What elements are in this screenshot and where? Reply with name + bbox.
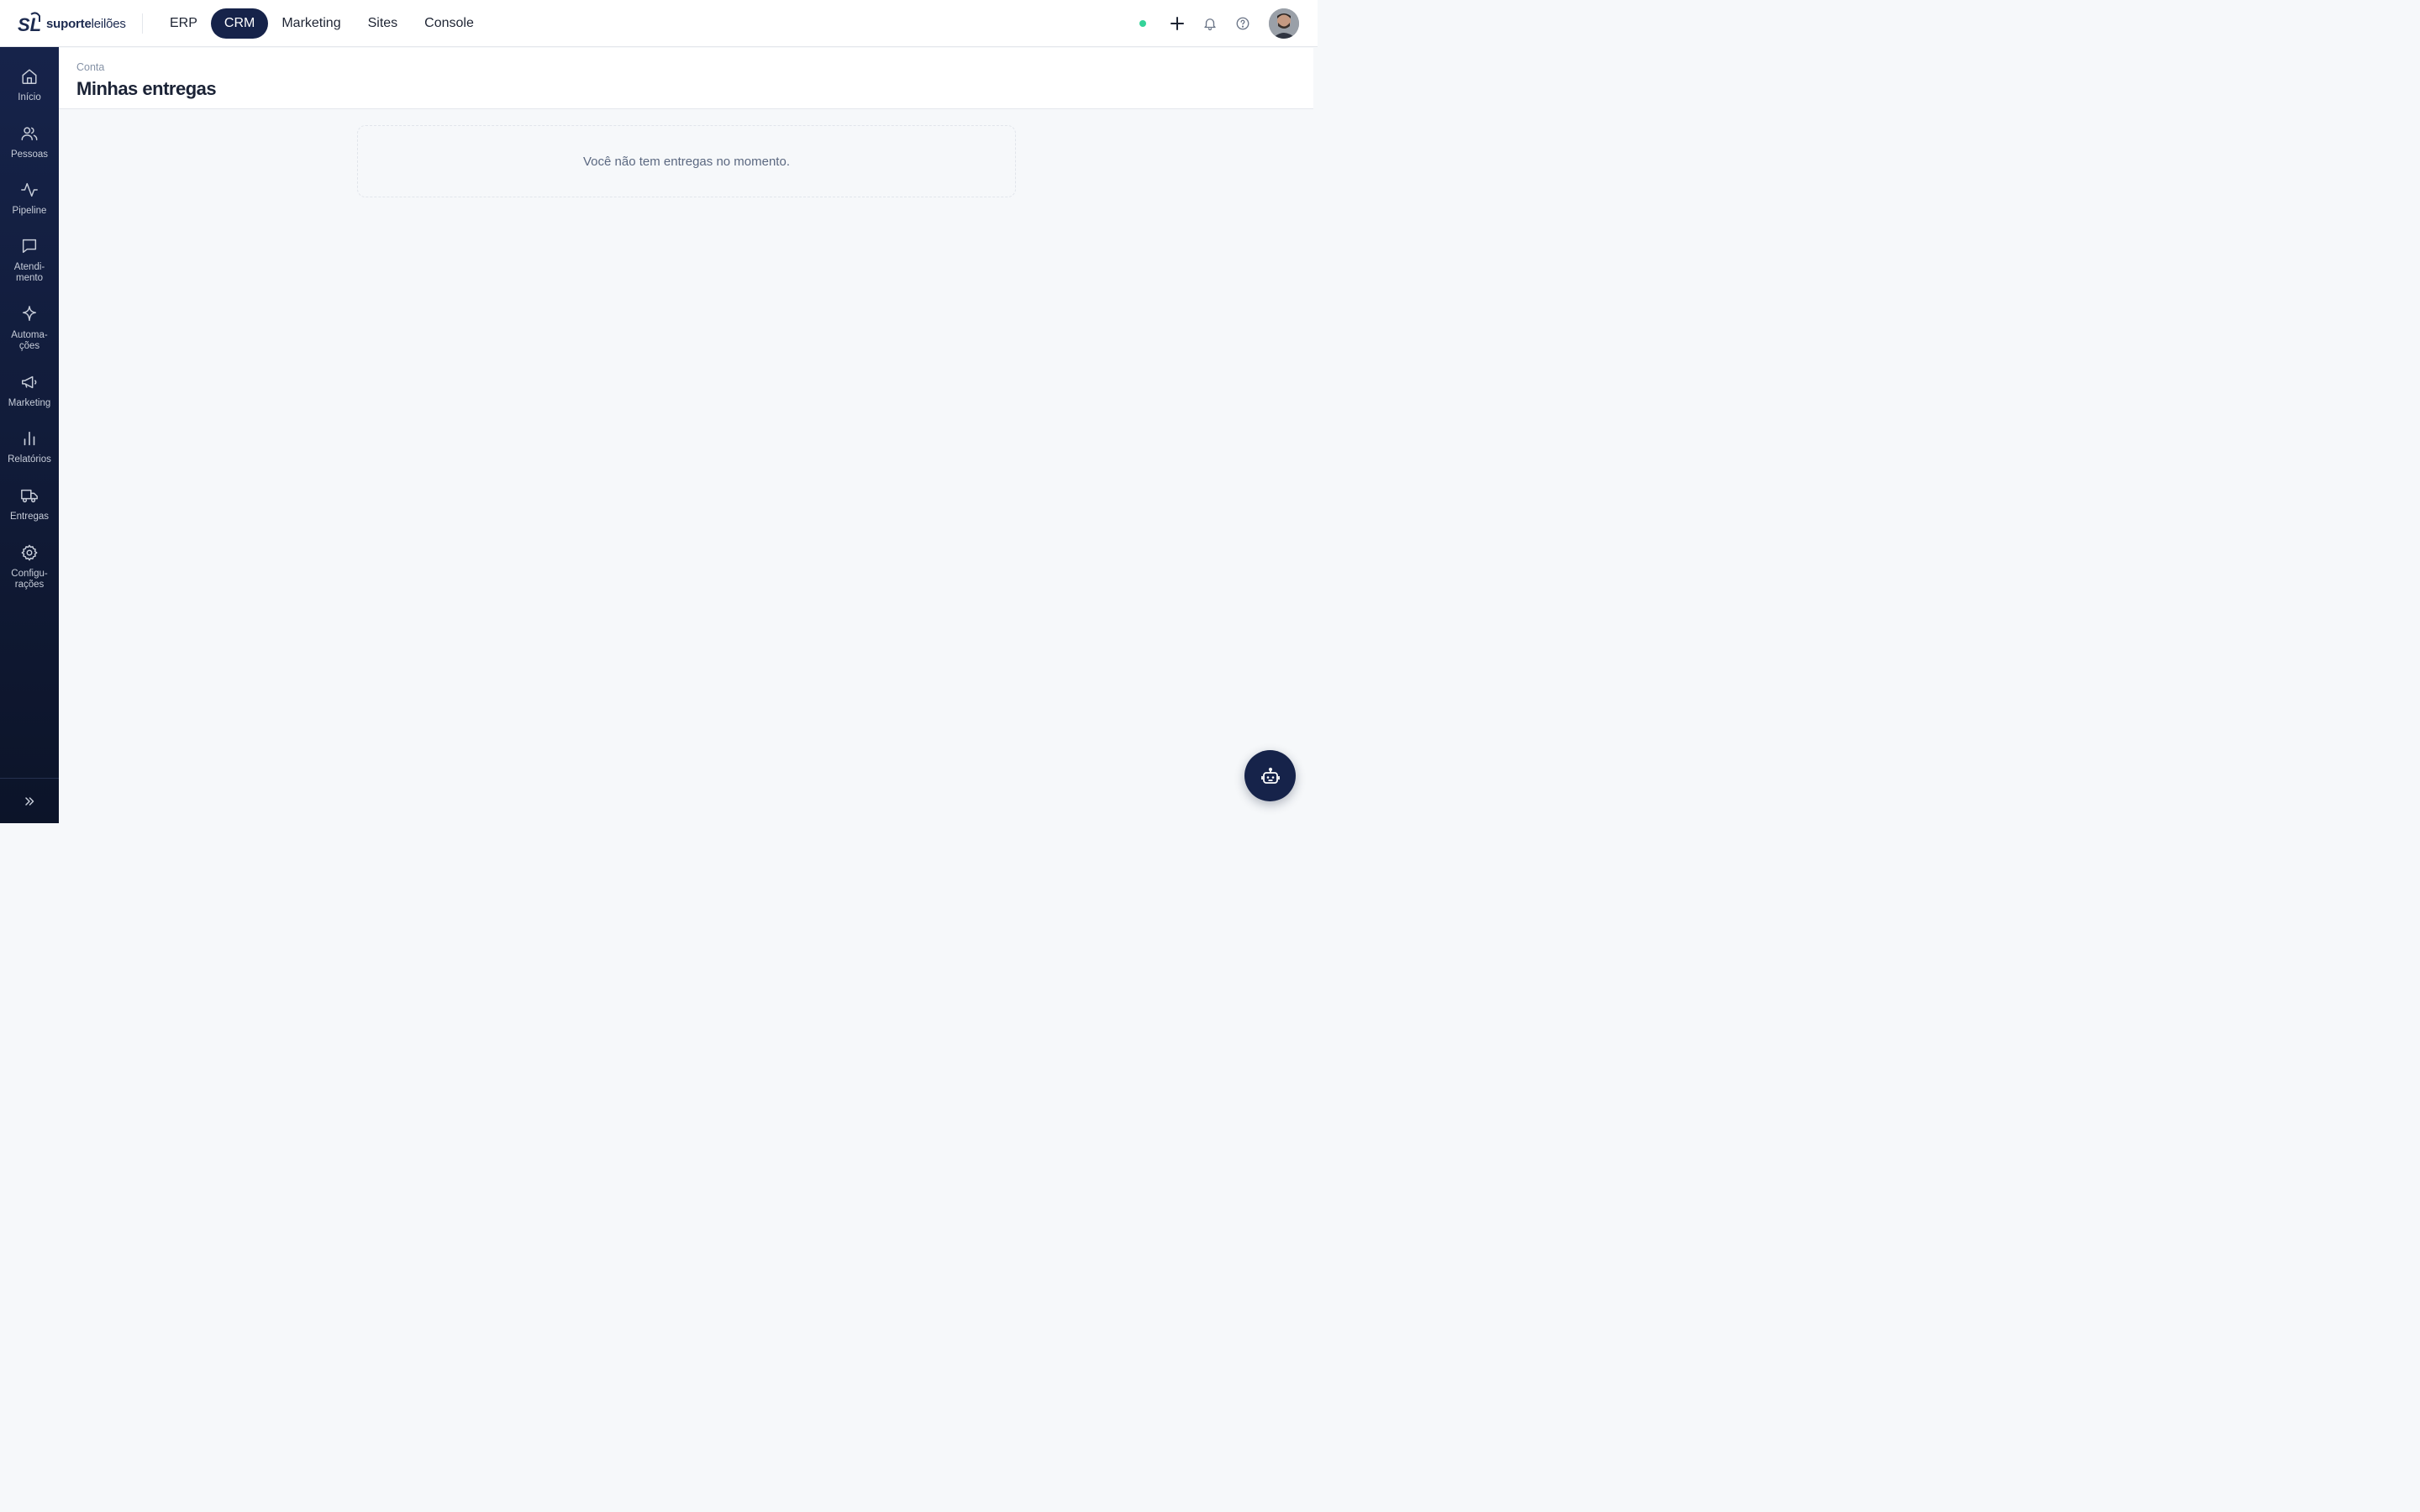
megaphone-icon [22,375,37,389]
sidebar-item-label: Pipeline [12,206,47,216]
sidebar: Início Pessoas Pipeline Atendi- mento Au… [0,47,59,823]
user-avatar[interactable] [1269,8,1299,39]
sidebar-item-inicio[interactable]: Início [0,67,59,103]
brand-logo[interactable]: SL suporteleilões [17,12,126,35]
page-header: Conta Minhas entregas [59,48,1313,109]
top-divider [142,13,143,34]
page-title: Minhas entregas [76,78,217,99]
sidebar-item-label: Configu- rações [11,569,48,590]
sidebar-item-label: Relatórios [8,454,51,465]
chevrons-right-icon [25,796,34,806]
breadcrumb[interactable]: Conta [76,61,104,73]
home-icon [22,69,37,84]
sidebar-item-label: Início [18,92,41,102]
online-status-dot [1139,20,1146,27]
logo-mark-icon: SL [18,12,41,35]
assistant-bot-button[interactable] [1244,750,1296,801]
svg-text:SL: SL [18,14,41,35]
sidebar-item-pessoas[interactable]: Pessoas [0,124,59,160]
sidebar-item-entregas[interactable]: Entregas [0,486,59,522]
sidebar-item-label: Entregas [9,512,50,522]
sidebar-item-label: Marketing [8,398,51,408]
topnav-crm[interactable]: CRM [210,8,269,39]
sidebar-item-pipeline[interactable]: Pipeline [0,181,59,217]
topnav-marketing[interactable]: Marketing [268,8,354,39]
brand-name: suporteleilões [46,16,126,31]
gear-icon [21,544,38,561]
plus-icon[interactable] [1168,14,1186,33]
bar-chart-icon [24,431,35,446]
sidebar-item-relatorios[interactable]: Relatórios [0,429,59,465]
sidebar-item-configuracoes[interactable]: Configu- rações [0,543,59,591]
sidebar-item-label: Atendi- mento [13,262,45,283]
bot-icon [1260,767,1280,784]
sidebar-item-label: Pessoas [10,150,49,160]
help-icon[interactable] [1234,14,1252,33]
message-icon [22,239,37,254]
truck-icon [21,489,38,503]
topnav-erp[interactable]: ERP [156,8,211,39]
bell-icon[interactable] [1201,14,1219,33]
sidebar-expand-button[interactable] [0,778,59,823]
sidebar-item-label: Automa- ções [11,330,48,351]
empty-state: Você não tem entregas no momento. [357,125,1016,197]
empty-state-message: Você não tem entregas no momento. [583,154,790,169]
activity-icon [21,182,38,197]
sidebar-item-atendimento[interactable]: Atendi- mento [0,237,59,284]
topnav-console[interactable]: Console [411,8,487,39]
users-icon [21,127,38,141]
top-actions [1139,8,1299,39]
sparkle-icon [22,306,37,322]
sidebar-item-automacoes[interactable]: Automa- ções [0,305,59,352]
topnav-sites[interactable]: Sites [355,8,412,39]
top-nav: ERP CRM Marketing Sites Console [156,8,487,39]
top-bar: SL suporteleilões ERP CRM Marketing Site… [0,0,1318,47]
sidebar-item-marketing[interactable]: Marketing [0,373,59,409]
